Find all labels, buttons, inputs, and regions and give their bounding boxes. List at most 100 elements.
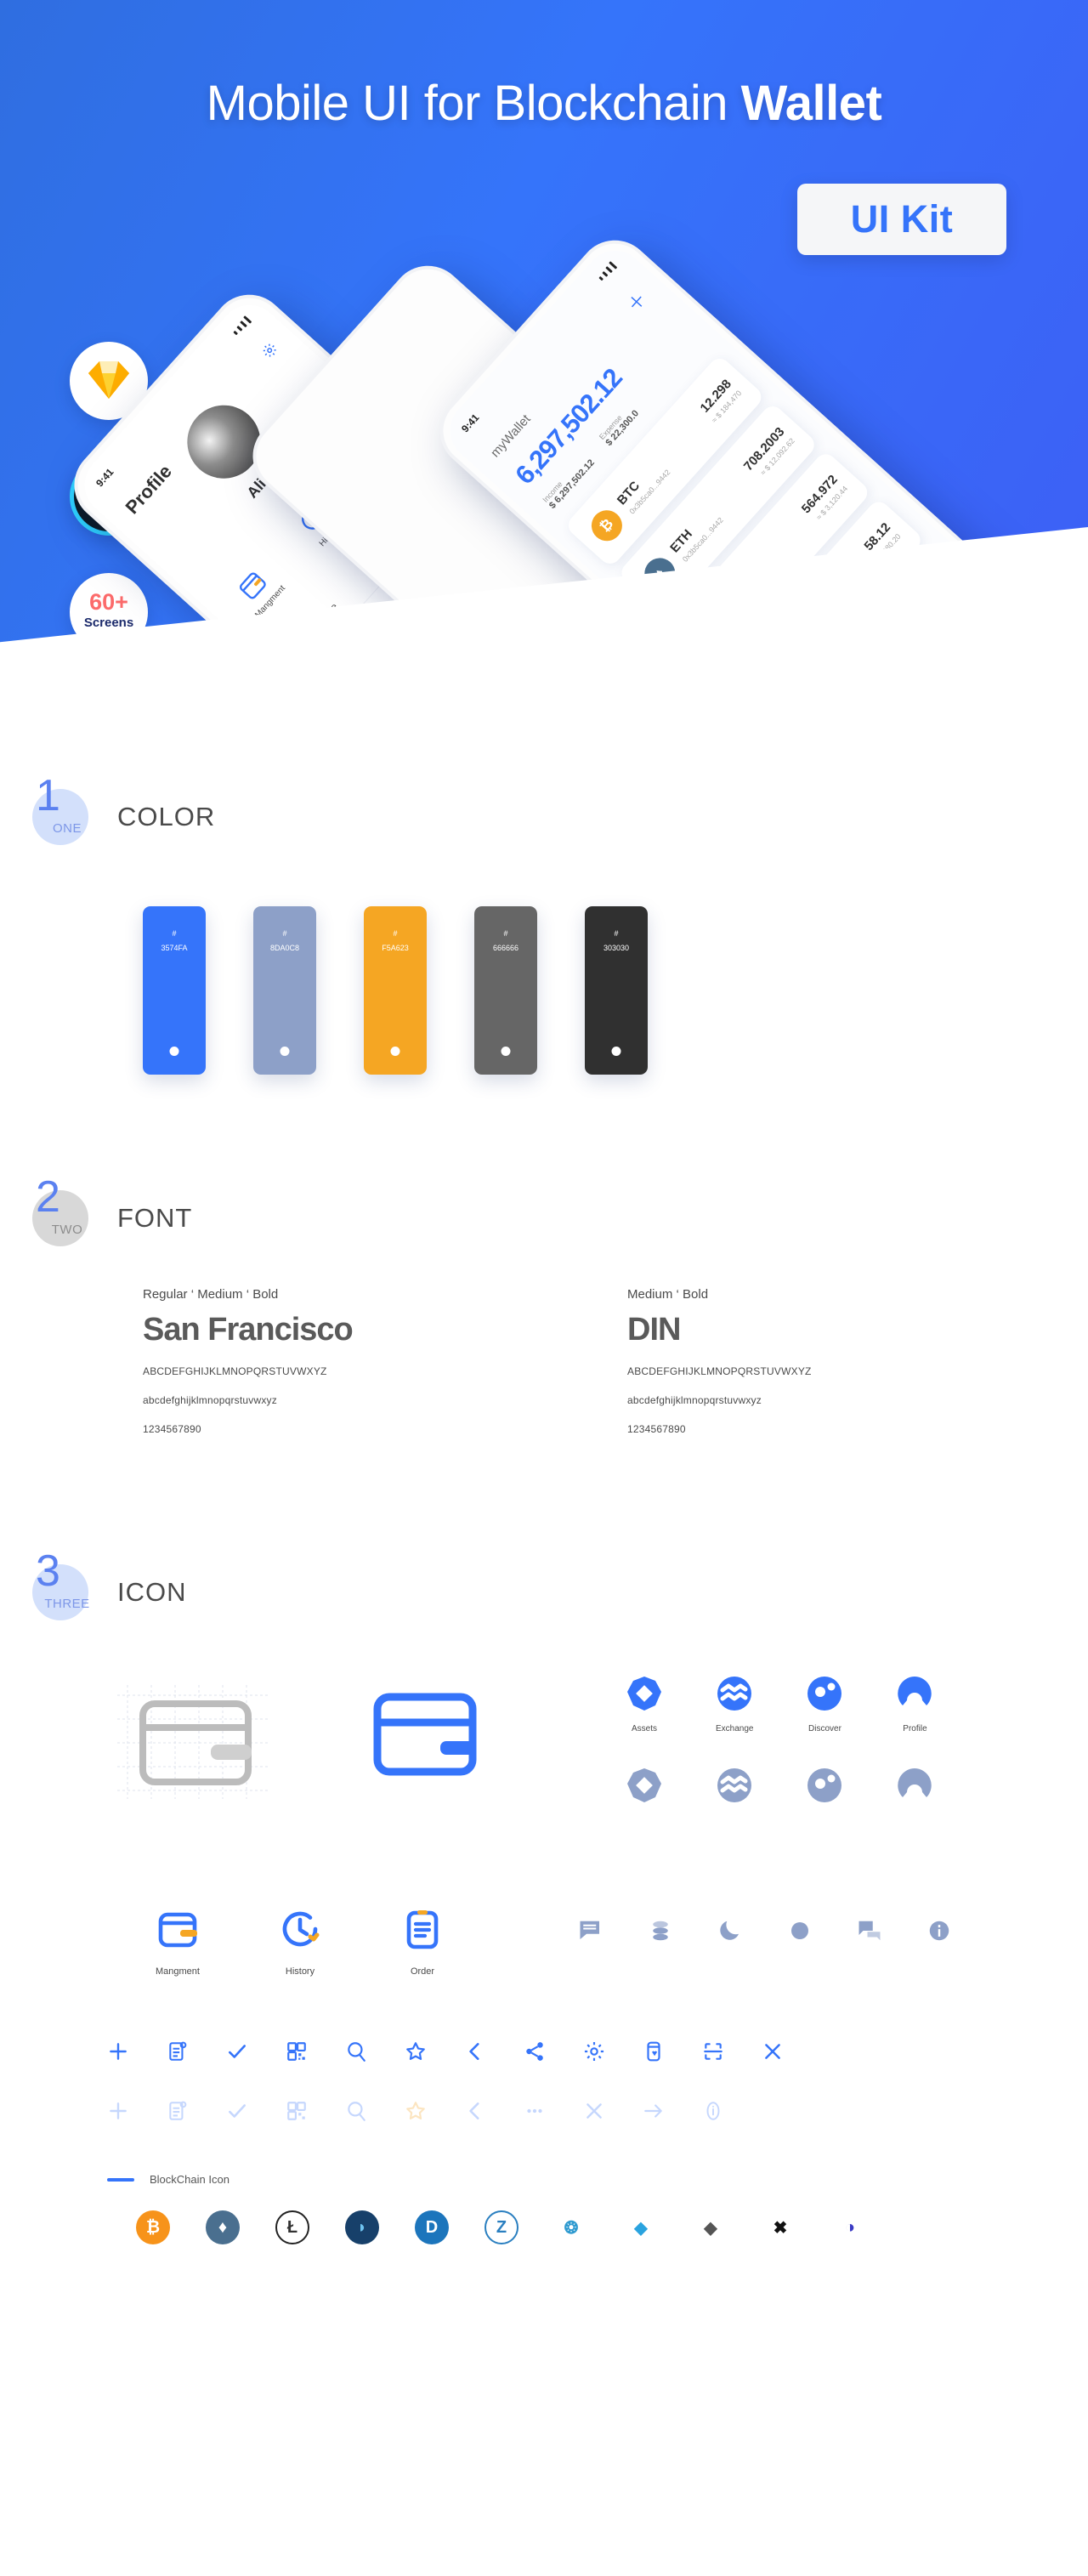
status-icons <box>416 276 434 299</box>
font-specimen-din: Medium ‘ Bold DIN ABCDEFGHIJKLMNOPQRSTUV… <box>627 1287 984 1435</box>
quick-action-mangment[interactable]: Mangment <box>228 561 287 620</box>
section-icon-header: 3 THREE ICON <box>0 1549 1088 1620</box>
ui-kit-badge: UI Kit <box>797 184 1006 255</box>
database-icon[interactable] <box>648 1918 673 1948</box>
color-swatch[interactable]: # 3574FA <box>143 906 206 1075</box>
nav-icon-exchange-inactive[interactable] <box>716 1767 753 1808</box>
circle-icon[interactable] <box>787 1918 813 1948</box>
ethereum-icon[interactable]: ♦ <box>206 2210 240 2244</box>
color-swatch[interactable]: # 303030 <box>585 906 648 1075</box>
status-time: 9:41 <box>272 437 295 458</box>
font-uppercase: ABCDEFGHIJKLMNOPQRSTUVWXYZ <box>627 1365 812 1377</box>
chevron-left-icon[interactable] <box>464 2100 486 2126</box>
swatch-hex: 303030 <box>603 944 630 953</box>
nav-icon-assets-inactive[interactable] <box>626 1767 663 1808</box>
plus-icon[interactable]: ＋ <box>620 286 653 318</box>
color-swatch[interactable]: # 8DA0C8 <box>253 906 316 1075</box>
hero-banner: Mobile UI for Blockchain Wallet UI Kit P… <box>0 0 1088 748</box>
waves-icon[interactable]: ◆ <box>624 2210 658 2244</box>
qrcode-icon[interactable] <box>286 2040 308 2067</box>
moon-icon[interactable] <box>717 1918 743 1948</box>
message-icon[interactable] <box>578 1918 604 1948</box>
section-number: 3 <box>36 1546 60 1596</box>
ripple-icon[interactable]: ◗ <box>345 2210 379 2244</box>
status-icons <box>596 260 618 283</box>
tool-icons-row2 <box>107 2100 724 2126</box>
swatch-text: # 3574FA <box>143 927 206 956</box>
monero-icon[interactable]: ✖ <box>763 2210 797 2244</box>
swatch-hex: F5A623 <box>382 944 409 953</box>
feature-icon-history[interactable]: History <box>275 1904 325 1977</box>
feature-icon-order[interactable]: Order <box>398 1904 447 1977</box>
scan-icon[interactable] <box>702 2040 724 2067</box>
nav-icon-profile-inactive[interactable] <box>896 1767 933 1808</box>
info-icon[interactable] <box>926 1918 952 1948</box>
nav-icon-label: Assets <box>631 1724 657 1733</box>
wallet-icon-large <box>366 1685 484 1791</box>
feature-icons: Mangment History Order <box>153 1904 447 1977</box>
gear-icon[interactable] <box>258 339 283 364</box>
chat-icon[interactable] <box>857 1918 882 1948</box>
info-outline-icon[interactable] <box>702 2100 724 2126</box>
section-number: 2 <box>36 1172 60 1222</box>
nav-icon-discover[interactable]: Discover <box>806 1675 843 1733</box>
neo-icon[interactable]: ◑ <box>833 2210 867 2244</box>
feature-icon-mangment[interactable]: Mangment <box>153 1904 202 1977</box>
blockchain-icons: ₿ ♦ Ł ◗ D Z ❂ ◆ ◆ ✖ ◑ <box>136 2210 867 2244</box>
nav-icon-exchange[interactable]: Exchange <box>716 1675 753 1733</box>
star-filled-icon[interactable] <box>405 2100 427 2126</box>
document-settings-icon[interactable] <box>167 2040 189 2067</box>
nav-icon-profile[interactable]: Profile <box>896 1675 933 1733</box>
close-icon[interactable] <box>762 2040 784 2067</box>
plus-icon[interactable] <box>107 2100 129 2126</box>
section-title: ICON <box>117 1577 187 1607</box>
swatch-text: # 8DA0C8 <box>253 927 316 956</box>
nav-icon-label: Profile <box>903 1724 927 1733</box>
zcash-icon[interactable]: Z <box>484 2210 518 2244</box>
feature-icon-label: History <box>285 1966 315 1977</box>
arrow-right-icon[interactable] <box>643 2100 665 2126</box>
bitcoin-icon[interactable]: ₿ <box>136 2210 170 2244</box>
litecoin-icon[interactable]: Ł <box>275 2210 309 2244</box>
qtum-icon[interactable]: ❂ <box>554 2210 588 2244</box>
color-swatch[interactable]: # F5A623 <box>364 906 427 1075</box>
swatch-hash: # <box>393 929 398 938</box>
qrcode-icon[interactable] <box>286 2100 308 2126</box>
bitcoin-icon: ₿ <box>585 503 629 548</box>
chevron-left-icon[interactable] <box>464 2040 486 2067</box>
font-name: San Francisco <box>143 1312 354 1348</box>
section-icon: 3 THREE ICON Assets Exchange Discover Pr… <box>0 1549 1088 2244</box>
swatch-dot <box>169 1047 179 1056</box>
font-numbers: 1234567890 <box>143 1423 201 1435</box>
profile-icon <box>898 1677 932 1705</box>
document-settings-icon[interactable] <box>167 2100 189 2126</box>
feature-icon-label: Mangment <box>156 1966 200 1977</box>
card-icon[interactable] <box>643 2040 665 2067</box>
font-lowercase: abcdefghijklmnopqrstuvwxyz <box>627 1394 762 1406</box>
share-icon[interactable] <box>524 2040 546 2067</box>
nav-icon-label: Exchange <box>716 1724 754 1733</box>
section-color-header: 1 ONE COLOR <box>0 748 1088 845</box>
font-weights: Regular ‘ Medium ‘ Bold <box>143 1287 279 1302</box>
gray-icon-row <box>578 1918 952 1948</box>
star-icon[interactable] <box>405 2040 427 2067</box>
check-icon[interactable] <box>226 2100 248 2126</box>
dash-icon[interactable]: D <box>415 2210 449 2244</box>
search-icon[interactable] <box>345 2040 367 2067</box>
wallet-manage-icon <box>158 1912 197 1948</box>
close-icon[interactable] <box>583 2100 605 2126</box>
section-word: TWO <box>51 1223 83 1237</box>
swatch-hex: 8DA0C8 <box>269 944 300 953</box>
eos-icon[interactable]: ◆ <box>694 2210 728 2244</box>
check-icon[interactable] <box>226 2040 248 2067</box>
nav-icon-discover-inactive[interactable] <box>806 1767 843 1808</box>
more-icon[interactable] <box>524 2100 546 2126</box>
color-swatch[interactable]: # 666666 <box>474 906 537 1075</box>
plus-icon[interactable] <box>107 2040 129 2067</box>
gear-icon[interactable] <box>583 2040 605 2067</box>
swatch-hash: # <box>172 929 177 938</box>
font-uppercase: ABCDEFGHIJKLMNOPQRSTUVWXYZ <box>143 1365 327 1377</box>
search-icon[interactable] <box>345 2100 367 2126</box>
section-word: ONE <box>52 821 82 836</box>
nav-icon-assets[interactable]: Assets <box>626 1675 663 1733</box>
